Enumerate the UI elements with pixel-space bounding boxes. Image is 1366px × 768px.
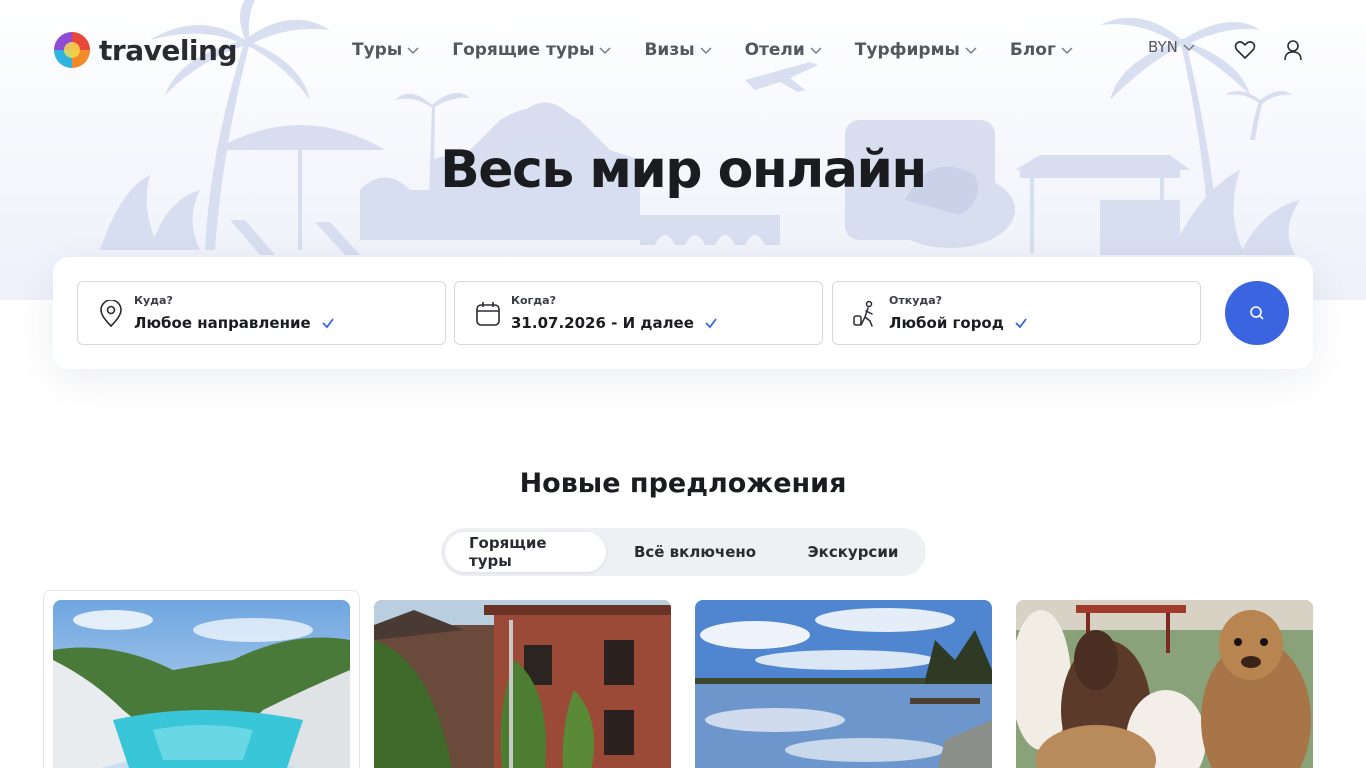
destination-label: Куда?: [134, 294, 173, 307]
hero-title: Весь мир онлайн: [440, 140, 927, 200]
chevron-down-icon: [407, 47, 419, 55]
check-icon: [321, 318, 334, 329]
offer-card-image[interactable]: [53, 600, 350, 768]
date-value-row: 31.07.2026 - И далее: [511, 314, 718, 332]
origin-label: Откуда?: [889, 294, 943, 307]
nav-item-label: Турфирмы: [854, 40, 960, 60]
nav-item-agencies[interactable]: Турфирмы: [855, 40, 978, 60]
check-icon: [1015, 318, 1027, 329]
origin-value-row: Любой город: [889, 314, 1028, 332]
traveler-icon: [853, 300, 873, 327]
section-title: Новые предложения: [519, 468, 847, 499]
chevron-down-icon: [965, 47, 977, 55]
nav-item-label: Блог: [1009, 40, 1056, 60]
tab-excursions[interactable]: Экскурсии: [784, 532, 922, 572]
date-value: 31.07.2026 - И далее: [511, 314, 694, 332]
nav-item-tours[interactable]: Туры: [352, 40, 420, 60]
site-header: traveling Туры Горящие туры Визы Отели Т…: [0, 0, 1366, 100]
chevron-down-icon: [1061, 47, 1073, 55]
alpacas-photo: [1016, 600, 1313, 768]
tab-hot-tours[interactable]: Горящие туры: [445, 532, 606, 572]
logo-icon: [54, 32, 90, 68]
nav-item-visas[interactable]: Визы: [644, 40, 712, 60]
nav-item-label: Горящие туры: [452, 40, 595, 60]
nav-item-label: Визы: [644, 40, 695, 60]
chevron-down-icon: [1183, 44, 1195, 52]
logo-text: traveling: [99, 33, 238, 67]
chevron-down-icon: [810, 47, 822, 55]
currency-selector[interactable]: BYN: [1148, 38, 1196, 56]
main-nav: Туры Горящие туры Визы Отели Турфирмы Бл…: [352, 36, 1106, 64]
nav-item-blog[interactable]: Блог: [1010, 40, 1074, 60]
chevron-down-icon: [599, 47, 611, 55]
lake-photo: [53, 600, 350, 768]
user-icon: [1284, 40, 1302, 61]
map-pin-icon: [100, 300, 122, 328]
date-label: Когда?: [511, 294, 556, 307]
destination-field[interactable]: Куда? Любое направление: [77, 281, 446, 345]
search-form: Куда? Любое направление Когда? 31.07.202…: [53, 257, 1313, 369]
search-button[interactable]: [1225, 281, 1289, 345]
origin-field[interactable]: Откуда? Любой город: [832, 281, 1201, 345]
offer-card-image[interactable]: [374, 600, 671, 768]
search-icon: [1250, 306, 1264, 320]
river-photo: [695, 600, 992, 768]
check-icon: [705, 318, 717, 329]
origin-value: Любой город: [889, 314, 1004, 332]
date-field[interactable]: Когда? 31.07.2026 - И далее: [454, 281, 823, 345]
nav-item-label: Туры: [352, 40, 403, 60]
offer-card-image[interactable]: [1016, 600, 1313, 768]
nav-item-hotels[interactable]: Отели: [745, 40, 823, 60]
calendar-icon: [476, 302, 500, 326]
destination-value-row: Любое направление: [134, 314, 335, 332]
profile-button[interactable]: [1281, 38, 1305, 62]
offer-card-image[interactable]: [695, 600, 992, 768]
tab-all-inclusive[interactable]: Всё включено: [606, 532, 784, 572]
chevron-down-icon: [700, 47, 712, 55]
offer-tabs: Горящие туры Всё включено Экскурсии: [441, 528, 926, 576]
favorites-button[interactable]: [1233, 38, 1257, 62]
nav-item-hot-tours[interactable]: Горящие туры: [452, 40, 612, 60]
heart-icon: [1234, 41, 1256, 59]
nav-item-label: Отели: [744, 40, 805, 60]
logo[interactable]: traveling: [53, 31, 238, 69]
destination-value: Любое направление: [134, 314, 311, 332]
manor-photo: [374, 600, 671, 768]
currency-label: BYN: [1148, 38, 1178, 56]
